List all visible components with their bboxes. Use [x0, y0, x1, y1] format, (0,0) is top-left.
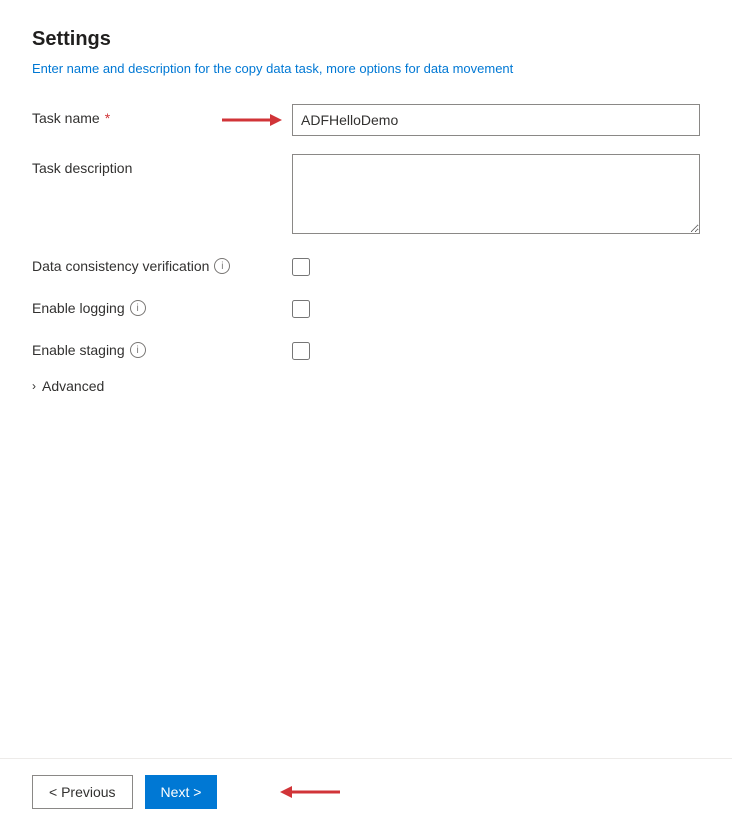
- chevron-right-icon: ›: [32, 379, 36, 393]
- advanced-section[interactable]: › Advanced: [32, 378, 700, 394]
- main-content: Settings Enter name and description for …: [0, 0, 732, 758]
- enable-logging-checkbox[interactable]: [292, 300, 310, 318]
- data-consistency-row: Data consistency verification i: [32, 252, 700, 276]
- previous-button[interactable]: < Previous: [32, 775, 133, 809]
- data-consistency-checkbox[interactable]: [292, 258, 310, 276]
- task-description-control-wrap: [292, 154, 700, 234]
- task-name-input[interactable]: [292, 104, 700, 136]
- task-description-row: Task description: [32, 154, 700, 234]
- page-title: Settings: [32, 28, 700, 51]
- enable-logging-label: Enable logging i: [32, 294, 292, 316]
- next-button[interactable]: Next >: [145, 775, 218, 809]
- footer: < Previous Next >: [0, 758, 732, 825]
- previous-button-label: < Previous: [49, 784, 116, 800]
- task-description-input[interactable]: [292, 154, 700, 234]
- enable-staging-checkbox-wrap: [292, 336, 310, 360]
- enable-logging-row: Enable logging i: [32, 294, 700, 318]
- enable-staging-info-icon[interactable]: i: [130, 342, 146, 358]
- data-consistency-label: Data consistency verification i: [32, 252, 292, 274]
- task-description-label: Task description: [32, 154, 292, 176]
- subtitle: Enter name and description for the copy …: [32, 61, 700, 76]
- required-indicator: *: [105, 110, 110, 126]
- arrow-indicator: [222, 108, 282, 132]
- data-consistency-checkbox-wrap: [292, 252, 310, 276]
- footer-arrow-indicator: [280, 780, 340, 804]
- task-name-row: Task name *: [32, 104, 700, 136]
- enable-staging-checkbox[interactable]: [292, 342, 310, 360]
- next-button-label: Next >: [161, 784, 202, 800]
- enable-staging-label: Enable staging i: [32, 336, 292, 358]
- enable-logging-checkbox-wrap: [292, 294, 310, 318]
- data-consistency-info-icon[interactable]: i: [214, 258, 230, 274]
- advanced-label: Advanced: [42, 378, 104, 394]
- enable-staging-row: Enable staging i: [32, 336, 700, 360]
- task-name-control-wrap: [292, 104, 700, 136]
- enable-logging-info-icon[interactable]: i: [130, 300, 146, 316]
